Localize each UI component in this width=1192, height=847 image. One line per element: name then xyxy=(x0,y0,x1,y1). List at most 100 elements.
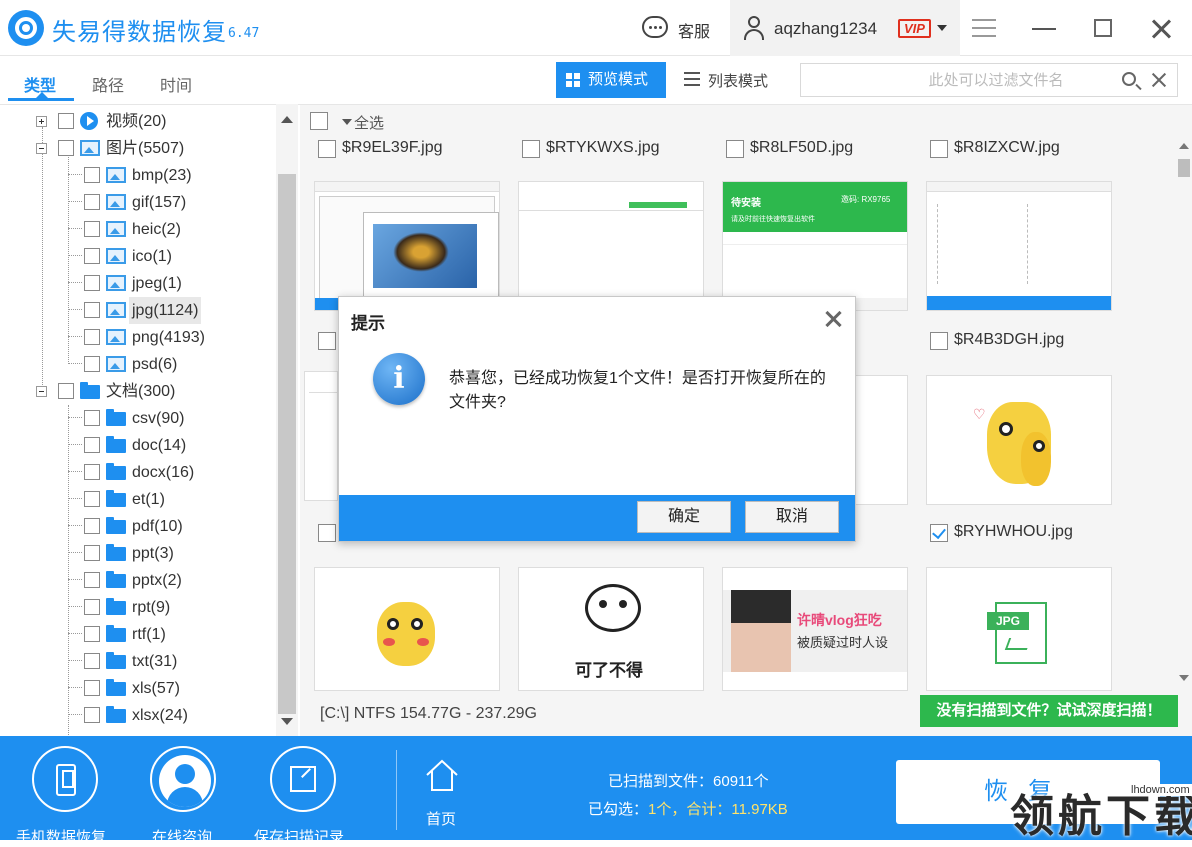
tab-path[interactable]: 路径 xyxy=(92,72,124,96)
user-account-area[interactable]: aqzhang1234 VIP xyxy=(730,0,960,56)
tree-item-txt[interactable]: txt(31) xyxy=(0,648,270,675)
preview-mode-button[interactable]: 预览模式 xyxy=(556,62,666,98)
thumbnail[interactable] xyxy=(518,181,704,311)
tree-item-pptx[interactable]: pptx(2) xyxy=(0,567,270,594)
file-checkbox[interactable] xyxy=(930,332,948,350)
checkbox[interactable] xyxy=(84,653,100,669)
tree-item-video[interactable]: 视频(20) xyxy=(0,108,270,135)
scroll-thumb[interactable] xyxy=(1178,159,1190,177)
cancel-button[interactable]: 取消 xyxy=(745,501,839,533)
thumbnail[interactable] xyxy=(926,181,1112,311)
online-consult-button[interactable]: 在线咨询 xyxy=(130,746,240,846)
collapse-icon[interactable] xyxy=(36,143,47,154)
checkbox[interactable] xyxy=(84,464,100,480)
checkbox[interactable] xyxy=(84,275,100,291)
scroll-thumb[interactable] xyxy=(278,174,296,714)
checkbox[interactable] xyxy=(84,437,100,453)
file-checkbox[interactable] xyxy=(318,332,336,350)
filter-input[interactable] xyxy=(801,64,1111,96)
tree-item-jpeg[interactable]: jpeg(1) xyxy=(0,270,270,297)
scroll-up-icon[interactable] xyxy=(1179,143,1189,149)
tree-item-rtf[interactable]: rtf(1) xyxy=(0,621,270,648)
minimize-icon[interactable] xyxy=(1032,28,1056,30)
tree-item-heic[interactable]: heic(2) xyxy=(0,216,270,243)
thumbnail[interactable] xyxy=(304,371,338,501)
customer-service-button[interactable]: 客服 xyxy=(678,18,710,42)
tab-time[interactable]: 时间 xyxy=(160,72,192,96)
checkbox[interactable] xyxy=(84,599,100,615)
scroll-up-icon[interactable] xyxy=(281,116,293,123)
file-checkbox[interactable] xyxy=(522,140,540,158)
file-checkbox[interactable] xyxy=(930,140,948,158)
tree-item-psd[interactable]: psd(6) xyxy=(0,351,270,378)
tree-item-bmp[interactable]: bmp(23) xyxy=(0,162,270,189)
thumbnail[interactable] xyxy=(314,567,500,691)
tree-item-jpg[interactable]: jpg(1124) xyxy=(0,297,270,324)
select-all-checkbox[interactable] xyxy=(310,112,328,130)
checkbox[interactable] xyxy=(84,194,100,210)
save-scan-button[interactable]: 保存扫描记录 xyxy=(250,746,360,846)
file-checkbox-checked[interactable] xyxy=(930,524,948,542)
maximize-icon[interactable] xyxy=(1094,19,1112,37)
tree-item-docx[interactable]: docx(16) xyxy=(0,459,270,486)
list-mode-button[interactable]: 列表模式 xyxy=(684,70,768,91)
deep-scan-button[interactable]: 没有扫描到文件？试试深度扫描！ xyxy=(920,695,1178,727)
caret-down-icon[interactable] xyxy=(342,119,352,125)
thumbnail[interactable]: 许晴vlog狂吃 被质疑过时人设 xyxy=(722,567,908,691)
file-checkbox[interactable] xyxy=(318,524,336,542)
tree-item-csv[interactable]: csv(90) xyxy=(0,405,270,432)
checkbox[interactable] xyxy=(58,383,74,399)
close-icon[interactable] xyxy=(1150,18,1172,40)
checkbox[interactable] xyxy=(84,329,100,345)
checkbox[interactable] xyxy=(84,356,100,372)
home-label[interactable]: 首页 xyxy=(426,808,456,829)
tree-item-documents[interactable]: 文档(300) xyxy=(0,378,270,405)
checkbox[interactable] xyxy=(84,707,100,723)
tree-item-ico[interactable]: ico(1) xyxy=(0,243,270,270)
checkbox[interactable] xyxy=(84,491,100,507)
tree-item-xlsx[interactable]: xlsx(24) xyxy=(0,702,270,729)
thumbnail[interactable]: 可了不得 xyxy=(518,567,704,691)
checkbox[interactable] xyxy=(84,680,100,696)
checkbox[interactable] xyxy=(84,221,100,237)
tree-item-rpt[interactable]: rpt(9) xyxy=(0,594,270,621)
tree-item-gif[interactable]: gif(157) xyxy=(0,189,270,216)
grid-scrollbar[interactable] xyxy=(1176,137,1192,685)
scroll-down-icon[interactable] xyxy=(281,718,293,725)
confirm-button[interactable]: 确定 xyxy=(637,501,731,533)
checkbox[interactable] xyxy=(84,167,100,183)
file-checkbox[interactable] xyxy=(726,140,744,158)
clear-icon[interactable] xyxy=(1151,72,1167,88)
tree-item-xls[interactable]: xls(57) xyxy=(0,675,270,702)
collapse-icon[interactable] xyxy=(36,386,47,397)
phone-recovery-button[interactable]: 手机数据恢复 xyxy=(12,746,122,846)
thumbnail[interactable]: JPG xyxy=(926,567,1112,691)
thumbnail[interactable]: 待安装 邀码: RX9765 请及时前往快速恢复出软件 xyxy=(722,181,908,311)
tree-item-png[interactable]: png(4193) xyxy=(0,324,270,351)
menu-icon[interactable] xyxy=(972,19,996,37)
caret-down-icon[interactable] xyxy=(937,25,947,31)
checkbox[interactable] xyxy=(84,248,100,264)
tree-item-images[interactable]: 图片(5507) xyxy=(0,135,270,162)
tree-item-et[interactable]: et(1) xyxy=(0,486,270,513)
tree-scrollbar[interactable] xyxy=(276,104,298,736)
tree-item-ppt[interactable]: ppt(3) xyxy=(0,540,270,567)
checkbox[interactable] xyxy=(84,545,100,561)
home-icon[interactable] xyxy=(424,758,460,792)
checkbox[interactable] xyxy=(58,113,74,129)
file-checkbox[interactable] xyxy=(318,140,336,158)
chat-icon[interactable] xyxy=(642,16,668,38)
checkbox[interactable] xyxy=(84,302,100,318)
checkbox[interactable] xyxy=(58,140,74,156)
thumbnail[interactable]: ♡ xyxy=(926,375,1112,505)
checkbox[interactable] xyxy=(84,518,100,534)
thumbnail[interactable] xyxy=(314,181,500,311)
search-icon[interactable] xyxy=(1122,72,1136,86)
checkbox[interactable] xyxy=(84,410,100,426)
tree-item-pdf[interactable]: pdf(10) xyxy=(0,513,270,540)
scroll-down-icon[interactable] xyxy=(1179,675,1189,681)
tree-item-doc[interactable]: doc(14) xyxy=(0,432,270,459)
checkbox[interactable] xyxy=(84,572,100,588)
checkbox[interactable] xyxy=(84,626,100,642)
expand-icon[interactable] xyxy=(36,116,47,127)
